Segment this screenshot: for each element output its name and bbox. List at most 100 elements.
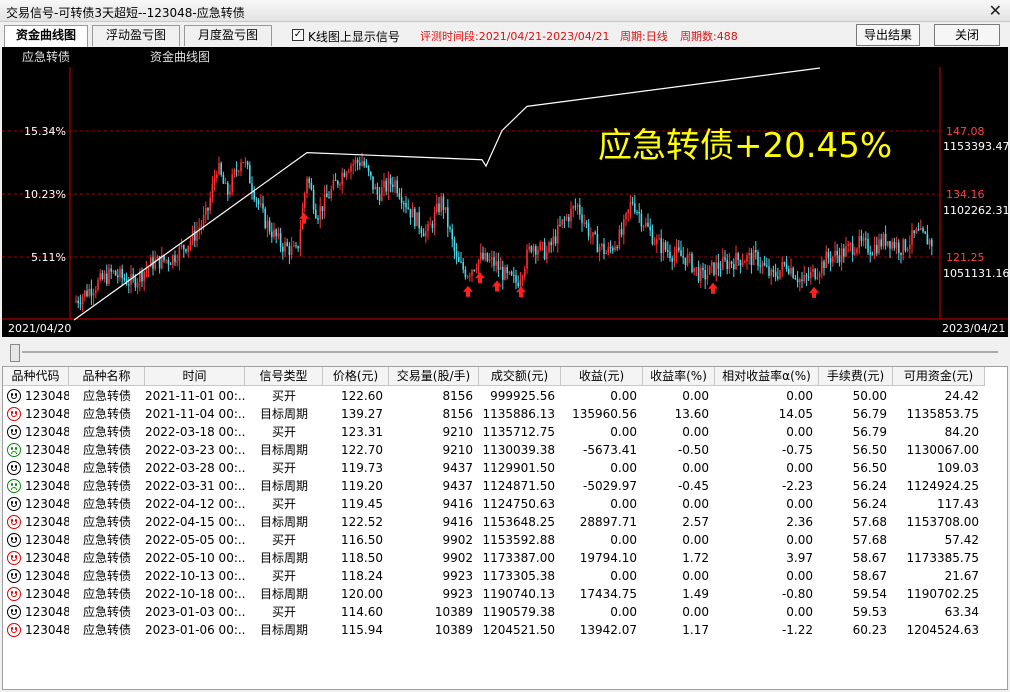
table-row[interactable]: 123048 应急转债 2022-03-28 00:... 买开 119.73 9437 1… xyxy=(3,459,1007,477)
table-row[interactable]: 123048 应急转债 2023-01-03 00:... 买开 114.60 10389… xyxy=(3,603,1007,621)
candle-body xyxy=(552,236,555,245)
close-button[interactable]: 关闭 xyxy=(934,24,1000,46)
candle-body xyxy=(224,182,227,184)
candle-body xyxy=(717,262,720,269)
candle-body xyxy=(845,246,847,257)
candle-body xyxy=(689,253,691,255)
equity-chart: 应急转债 资金曲线图 应急转债+20.45% 15.34% 10.23% 5.1… xyxy=(2,47,1008,337)
column-header-price[interactable]: 价格(元) xyxy=(323,367,389,386)
candle-body xyxy=(486,253,489,262)
table-row[interactable]: 123048 应急转债 2021-11-01 00:... 买开 122.60 8156 9… xyxy=(3,387,1007,405)
candle-body xyxy=(77,300,79,304)
column-header-amount[interactable]: 成交额(元) xyxy=(479,367,561,386)
table-row[interactable]: 123048 应急转债 2021-11-04 00:... 目标周期 139.27 815… xyxy=(3,405,1007,423)
table-row[interactable]: 123048 应急转债 2023-01-06 00:... 目标周期 115.94 103… xyxy=(3,621,1007,639)
cell-code: 123048 xyxy=(25,389,69,403)
candle-body xyxy=(451,229,453,240)
show-signals-label: K线图上显示信号 xyxy=(308,30,400,44)
cell-alpha: -0.75 xyxy=(781,443,813,457)
candle-body xyxy=(596,233,599,253)
column-header-rate[interactable]: 收益率(%) xyxy=(643,367,715,386)
time-slider[interactable] xyxy=(2,340,1008,364)
table-header: 品种代码 品种名称 时间 信号类型 价格(元) 交易量(股/手) 成交额(元) 收益(元) 收益… xyxy=(3,367,1007,386)
tab-floating-pnl[interactable]: 浮动盈亏图 xyxy=(92,25,180,46)
close-icon[interactable]: ✕ xyxy=(989,1,1002,20)
candle-body xyxy=(482,252,484,260)
table-row[interactable]: 123048 应急转债 2022-05-05 00:... 买开 116.50 9902 1… xyxy=(3,531,1007,549)
candle-body xyxy=(876,244,878,254)
candle-body xyxy=(554,236,557,244)
column-header-code[interactable]: 品种代码 xyxy=(3,367,69,386)
slider-thumb[interactable] xyxy=(10,344,20,362)
table-row[interactable]: 123048 应急转债 2022-10-18 00:... 目标周期 120.00 992… xyxy=(3,585,1007,603)
candle-body xyxy=(323,193,326,212)
candle-body xyxy=(440,196,442,213)
column-header-vol[interactable]: 交易量(股/手) xyxy=(389,367,479,386)
candle-body xyxy=(475,269,478,271)
export-button[interactable]: 导出结果 xyxy=(856,24,920,46)
slider-track[interactable] xyxy=(22,351,998,353)
cell-name: 应急转债 xyxy=(82,407,131,421)
candle-body xyxy=(673,254,676,262)
candle-body xyxy=(594,232,596,234)
cell-type: 买开 xyxy=(271,533,296,547)
cell-time: 2022-03-31 00:... xyxy=(145,479,245,493)
candle-body xyxy=(381,187,383,201)
candle-body xyxy=(433,212,436,228)
candle-body xyxy=(799,279,801,283)
column-header-type[interactable]: 信号类型 xyxy=(245,367,323,386)
table-row[interactable]: 123048 应急转债 2022-03-18 00:... 买开 123.31 9210 1… xyxy=(3,423,1007,441)
tab-monthly-pnl[interactable]: 月度盈亏图 xyxy=(184,25,272,46)
candle-body xyxy=(730,261,733,264)
cell-alpha: -0.80 xyxy=(781,587,813,601)
candle-body xyxy=(675,247,678,255)
candle-body xyxy=(218,163,220,175)
candle-body xyxy=(537,249,539,255)
candle-body xyxy=(211,183,214,198)
candle-body xyxy=(691,253,693,273)
candle-body xyxy=(550,242,552,245)
candle-body xyxy=(517,282,519,287)
column-header-name[interactable]: 品种名称 xyxy=(69,367,145,386)
column-header-alpha[interactable]: 相对收益率α(%) xyxy=(715,367,819,386)
loss-face-icon xyxy=(7,443,21,457)
candle-body xyxy=(891,241,893,249)
candle-body xyxy=(367,165,370,172)
candle-body xyxy=(869,252,871,255)
show-signals-checkbox[interactable]: ✓ xyxy=(292,29,304,41)
table-row[interactable]: 123048 应急转债 2022-04-12 00:... 买开 119.45 9416 1… xyxy=(3,495,1007,513)
candle-body xyxy=(535,246,537,255)
candle-body xyxy=(722,257,724,270)
column-header-cash[interactable]: 可用资金(元) xyxy=(893,367,985,386)
cell-price: 116.50 xyxy=(341,533,383,547)
candle-body xyxy=(638,211,640,214)
buy-signal-arrow-icon xyxy=(463,285,473,297)
candle-body xyxy=(849,243,852,245)
candle-body xyxy=(898,242,900,254)
candle-body xyxy=(746,255,748,262)
candle-body xyxy=(858,236,860,249)
candle-body xyxy=(112,270,115,272)
cell-fee: 56.50 xyxy=(852,443,887,457)
table-row[interactable]: 123048 应急转债 2022-05-10 00:... 目标周期 118.50 990… xyxy=(3,549,1007,567)
column-header-time[interactable]: 时间 xyxy=(145,367,245,386)
candle-body xyxy=(834,250,836,257)
candle-body xyxy=(255,199,258,201)
column-header-profit[interactable]: 收益(元) xyxy=(561,367,643,386)
cell-cash: 57.42 xyxy=(944,533,979,547)
table-row[interactable]: 123048 应急转债 2022-03-23 00:... 目标周期 122.70 921… xyxy=(3,441,1007,459)
cell-code: 123048 xyxy=(25,497,69,511)
candle-body xyxy=(471,269,473,276)
candle-body xyxy=(488,259,491,262)
column-header-fee[interactable]: 手续费(元) xyxy=(819,367,893,386)
cell-code: 123048 xyxy=(25,623,69,637)
cell-rate: 2.57 xyxy=(682,515,709,529)
candle-body xyxy=(240,162,242,172)
candle-body xyxy=(464,269,467,278)
table-row[interactable]: 123048 应急转债 2022-10-13 00:... 买开 118.24 9923 1… xyxy=(3,567,1007,585)
candle-body xyxy=(376,186,379,195)
table-row[interactable]: 123048 应急转债 2022-04-15 00:... 目标周期 122.52 941… xyxy=(3,513,1007,531)
tab-equity-curve[interactable]: 资金曲线图 xyxy=(4,25,88,47)
cell-price: 115.94 xyxy=(341,623,383,637)
table-row[interactable]: 123048 应急转债 2022-03-31 00:... 目标周期 119.20 943… xyxy=(3,477,1007,495)
